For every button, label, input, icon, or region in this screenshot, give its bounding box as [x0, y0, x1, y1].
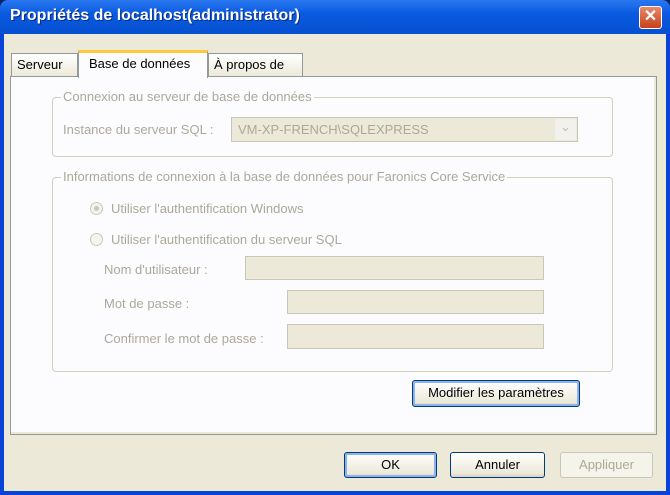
- dialog-window: Propriétés de localhost(administrator) ✕…: [0, 0, 670, 495]
- cancel-button[interactable]: Annuler: [450, 452, 545, 478]
- instance-combobox[interactable]: VM-XP-FRENCH\SQLEXPRESS ⌄: [231, 117, 578, 142]
- confirm-password-label: Confirmer le mot de passe :: [104, 331, 264, 346]
- ok-button[interactable]: OK: [344, 452, 437, 478]
- confirm-password-input[interactable]: [287, 324, 544, 349]
- db-connection-group: Connexion au serveur de base de données …: [52, 89, 613, 157]
- password-label: Mot de passe :: [104, 296, 190, 311]
- tab-base-de-donnees[interactable]: Base de données: [78, 50, 208, 78]
- auth-group-legend: Informations de connexion à la base de d…: [61, 169, 508, 184]
- tab-panel: Connexion au serveur de base de données …: [10, 76, 657, 435]
- username-input[interactable]: [245, 256, 544, 280]
- auth-group: Informations de connexion à la base de d…: [52, 169, 613, 372]
- username-label: Nom d'utilisateur :: [104, 262, 208, 277]
- db-group-legend: Connexion au serveur de base de données: [61, 89, 314, 104]
- modify-settings-button[interactable]: Modifier les paramètres: [412, 380, 580, 407]
- tab-serveur[interactable]: Serveur: [11, 53, 78, 77]
- instance-label: Instance du serveur SQL :: [63, 122, 214, 137]
- title-bar[interactable]: Propriétés de localhost(administrator) ✕: [0, 0, 670, 34]
- close-button[interactable]: ✕: [639, 6, 662, 29]
- apply-button[interactable]: Appliquer: [560, 452, 653, 478]
- radio-windows-label: Utiliser l'authentification Windows: [111, 201, 304, 216]
- tab-a-propos[interactable]: À propos de: [208, 53, 303, 77]
- window-title: Propriétés de localhost(administrator): [10, 7, 300, 24]
- radio-sql-label: Utiliser l'authentification du serveur S…: [111, 232, 342, 247]
- instance-value: VM-XP-FRENCH\SQLEXPRESS: [238, 122, 429, 137]
- radio-sql-auth[interactable]: [90, 233, 103, 246]
- dialog-client: Serveur Base de données À propos de Conn…: [4, 34, 666, 491]
- password-input[interactable]: [287, 290, 544, 314]
- chevron-down-icon[interactable]: ⌄: [555, 119, 576, 140]
- radio-windows-auth[interactable]: [90, 202, 103, 215]
